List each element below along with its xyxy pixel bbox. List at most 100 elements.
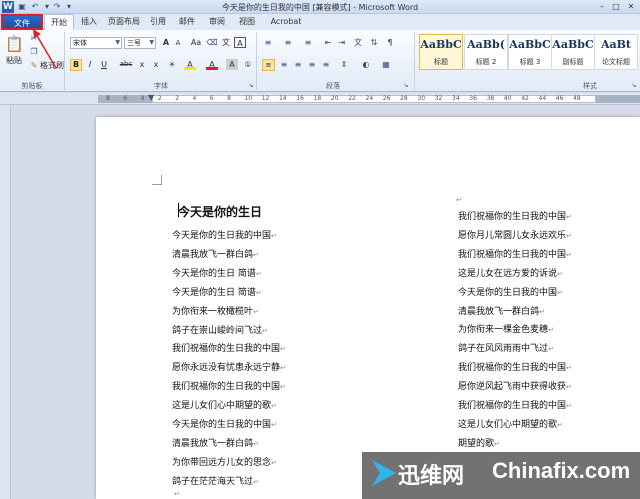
dialog-launcher-icon[interactable]: ↘ (628, 80, 640, 91)
clear-format-icon[interactable]: ⌫ (206, 37, 218, 48)
style-heading-2[interactable]: AaBb( 标题 2 (464, 34, 508, 70)
tab-acrobat[interactable]: Acrobat (266, 14, 306, 30)
document-line[interactable]: 清晨我放飞一群白鸽↵ (172, 436, 259, 449)
document-line[interactable]: 今天是你的生日 简谱↵ (172, 266, 262, 279)
line-text: 今天是你的生日我的中国 (458, 287, 558, 298)
tab-view[interactable]: 视图 (232, 14, 262, 30)
paragraph-mark: ↵ (280, 364, 286, 373)
numbering-icon[interactable]: ≡ (282, 37, 294, 48)
font-size-select[interactable]: 三号 ▼ (124, 37, 156, 49)
highlight-color-button[interactable]: A (184, 59, 196, 70)
document-line[interactable]: 愿你逆风起飞雨中获得收获↵ (458, 379, 572, 392)
tab-references[interactable]: 引用 (144, 14, 172, 30)
ruler-number: 22 (348, 95, 356, 102)
line-spacing-icon[interactable]: ⇕ (338, 59, 350, 70)
chinafix-logo-icon (372, 460, 396, 486)
char-shading-icon[interactable]: A (226, 59, 238, 70)
close-icon[interactable]: ✕ (625, 1, 637, 12)
multilevel-list-icon[interactable]: ≡ (302, 37, 314, 48)
distributed-icon[interactable]: ≡ (320, 59, 332, 70)
underline-button[interactable]: U (98, 59, 110, 70)
document-line[interactable]: 愿你月儿常圆儿女永远欢乐↵ (458, 228, 572, 241)
document-line[interactable]: 今天是你的生日我的中国↵ (172, 417, 277, 430)
subscript-button[interactable]: x (136, 59, 148, 70)
show-marks-icon[interactable]: ¶ (384, 37, 396, 48)
decrease-indent-icon[interactable]: ⇤ (322, 37, 334, 48)
window-title: 今天是你的生日我的中国 [兼容模式] - Microsoft Word (221, 3, 419, 12)
document-line[interactable]: 鸽子在风风雨雨中飞过↵ (458, 341, 554, 354)
document-line[interactable]: 我们祝福你的生日我的中国↵ (458, 247, 572, 260)
align-right-icon[interactable]: ≡ (292, 59, 304, 70)
align-left-button[interactable]: ≡ (262, 59, 275, 71)
document-line[interactable]: 为你带回远方儿女的思念↵ (172, 455, 277, 468)
document-line[interactable]: 今天是你的生日 简谱↵ (172, 285, 262, 298)
document-line[interactable]: 愿你永远没有忧患永远宁静↵ (172, 360, 286, 373)
shading-icon[interactable]: ◐ (360, 59, 372, 70)
tab-insert[interactable]: 插入 (74, 14, 104, 30)
increase-indent-icon[interactable]: ⇥ (336, 37, 348, 48)
document-line[interactable]: 清晨我放飞一群白鸽↵ (458, 304, 545, 317)
tab-review[interactable]: 审阅 (202, 14, 232, 30)
document-line[interactable]: 我们祝福你的生日我的中国↵ (172, 341, 286, 354)
paste-icon[interactable]: 📋 (5, 34, 24, 54)
char-border-icon[interactable]: A (234, 37, 246, 48)
vertical-ruler[interactable] (0, 106, 11, 499)
bold-button[interactable]: B (70, 59, 82, 71)
document-line[interactable]: 为你衔来一棵金色麦穗↵ (458, 322, 554, 335)
document-title[interactable]: 今天是你的生日 (178, 203, 262, 220)
margin-corner-mark (152, 175, 162, 185)
document-line[interactable]: 我们祝福你的生日我的中国↵ (458, 209, 572, 222)
font-color-button[interactable]: A (206, 59, 218, 70)
document-line[interactable]: 我们祝福你的生日我的中国↵ (458, 398, 572, 411)
borders-icon[interactable]: ▦ (380, 59, 392, 70)
group-divider (256, 32, 257, 90)
document-line[interactable]: 鸽子在崇山峻岭间飞过↵ (172, 323, 268, 336)
style-title[interactable]: AaBbC 标题 (419, 34, 463, 70)
tab-mailings[interactable]: 邮件 (172, 14, 202, 30)
ruler-number: 12 (261, 95, 270, 102)
style-subtitle[interactable]: AaBbC 副标题 (551, 34, 595, 70)
shrink-font-button[interactable]: A (172, 38, 184, 49)
line-text: 清晨我放飞一群白鸽 (458, 306, 540, 317)
italic-button[interactable]: I (84, 59, 96, 70)
document-line[interactable]: 这是儿女们心中期望的歌↵ (458, 417, 563, 430)
paragraph-mark: ↵ (253, 439, 259, 448)
grow-font-button[interactable]: A (160, 37, 172, 48)
phonetic-guide-icon[interactable]: 文 (220, 37, 232, 48)
paste-button[interactable]: 粘贴 (6, 56, 22, 66)
line-text: 这是儿女们心中期望的歌 (458, 419, 558, 430)
document-line[interactable]: 这是儿女在远方爱的诉说↵ (458, 266, 563, 279)
document-line[interactable]: 为你衔来一枚橄榄叶↵ (172, 304, 259, 317)
align-center-icon[interactable]: ≡ (278, 59, 290, 70)
line-text: 我们祝福你的生日我的中国 (458, 401, 567, 411)
document-line[interactable]: 期望的歌↵ (458, 436, 500, 449)
change-case-button[interactable]: Aa (188, 37, 204, 48)
document-line[interactable]: 这是儿女们心中期望的歌↵ (172, 398, 277, 411)
styles-group-label: 样式 (583, 82, 597, 90)
horizontal-ruler[interactable]: 8 6 4 2 2 4 6 8 10 12 14 16 18 20 22 24 26 28 30 32 34 36 38 40… (0, 93, 640, 105)
document-line[interactable]: 我们祝福你的生日我的中国↵ (172, 379, 286, 392)
minimize-icon[interactable]: – (596, 1, 608, 12)
dialog-launcher-icon[interactable]: ↘ (400, 80, 412, 91)
justify-icon[interactable]: ≡ (306, 59, 318, 70)
tab-page-layout[interactable]: 页面布局 (104, 14, 144, 30)
text-effects-icon[interactable]: ☀ (166, 59, 178, 70)
style-heading-3[interactable]: AaBbC 标题 3 (508, 34, 552, 70)
style-paper-title[interactable]: AaBt 论文标题 (594, 34, 638, 70)
superscript-button[interactable]: x (150, 59, 162, 70)
font-name-select[interactable]: 宋体 ▼ (70, 37, 122, 49)
style-sample: AaBb( (467, 38, 505, 51)
document-line[interactable]: 今天是你的生日我的中国↵ (172, 228, 277, 241)
sort-icon[interactable]: ⇅ (368, 37, 380, 48)
bullets-icon[interactable]: ≡ (262, 37, 274, 48)
document-line[interactable]: 我们祝福你的生日我的中国↵ (458, 360, 572, 373)
document-line[interactable]: 鸽子在茫茫海天飞过↵ (172, 474, 259, 487)
enclose-char-icon[interactable]: ① (242, 59, 254, 70)
maximize-icon[interactable]: □ (610, 1, 622, 12)
chinese-layout-icon[interactable]: 文 (352, 37, 364, 48)
strikethrough-button[interactable]: abc (118, 59, 134, 70)
document-line[interactable]: 今天是你的生日我的中国↵ (458, 285, 563, 298)
line-text: 鸽子在风风雨雨中飞过 (458, 344, 549, 355)
indent-marker-icon[interactable]: ▼ (148, 93, 154, 102)
document-line[interactable]: 清晨我放飞一群白鸽↵ (172, 247, 259, 260)
